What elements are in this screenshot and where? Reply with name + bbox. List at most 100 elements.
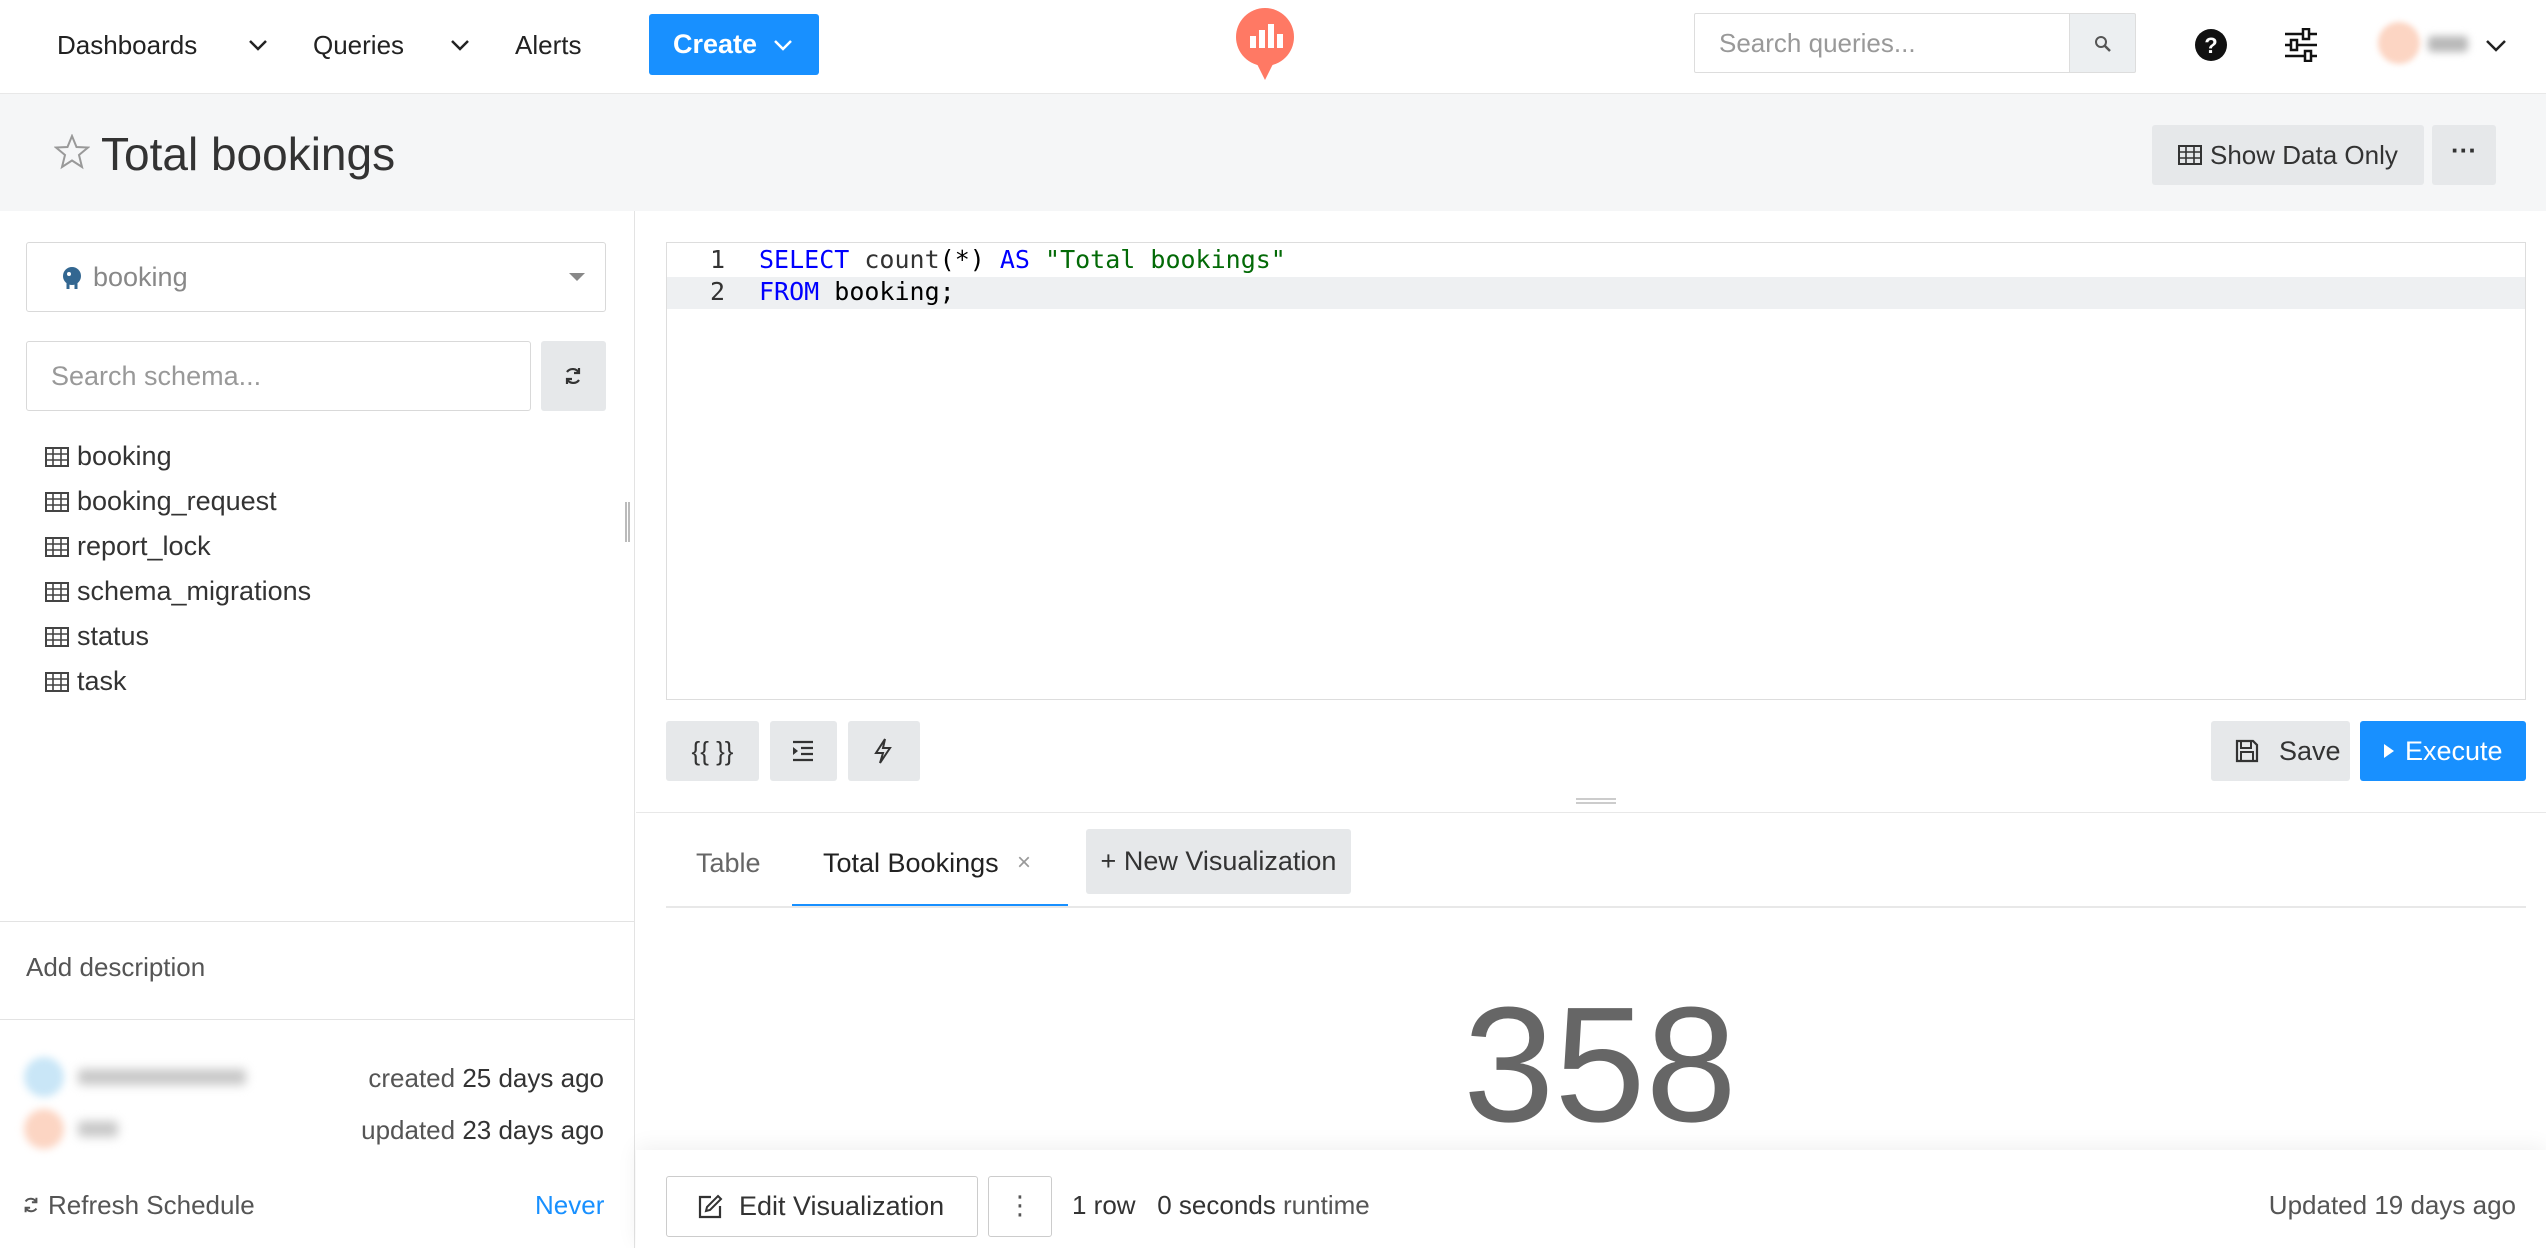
sql-args: (*)	[939, 245, 985, 274]
redash-logo-icon[interactable]	[1234, 6, 1296, 82]
divider	[0, 921, 635, 922]
nav-dashboards[interactable]: Dashboards	[57, 0, 197, 90]
search-button[interactable]	[2070, 13, 2136, 73]
schema-table-item[interactable]: report_lock	[45, 524, 311, 569]
table-icon	[45, 627, 69, 647]
updated-meta: updated 23 days ago	[361, 1115, 604, 1146]
chevron-down-icon[interactable]	[248, 35, 268, 55]
schema-table-item[interactable]: status	[45, 614, 311, 659]
counter-value: 358	[1463, 973, 1737, 1156]
show-data-only-button[interactable]: Show Data Only	[2152, 125, 2424, 185]
nav-alerts[interactable]: Alerts	[515, 0, 581, 90]
star-favorite-icon[interactable]	[54, 134, 90, 170]
autocomplete-toggle-button[interactable]	[848, 721, 920, 781]
editor-resize-grip[interactable]	[1576, 798, 1616, 804]
table-icon	[45, 582, 69, 602]
lightning-icon	[874, 738, 892, 764]
search-queries-input[interactable]: Search queries...	[1694, 13, 2070, 73]
code-line: FROM booking;	[759, 277, 955, 306]
created-when: 25 days ago	[462, 1063, 604, 1093]
refresh-schedule-label: Refresh Schedule	[22, 1190, 255, 1221]
play-icon	[2384, 744, 2394, 758]
more-actions-button[interactable]: ···	[2432, 125, 2496, 185]
format-query-button[interactable]	[770, 721, 837, 781]
top-navbar: Dashboards Queries Alerts Create Search …	[0, 0, 2546, 94]
svg-text:?: ?	[2204, 33, 2217, 58]
sql-editor[interactable]: 1 2 SELECT count(*) AS "Total bookings" …	[666, 242, 2526, 700]
settings-sliders-icon[interactable]	[2283, 28, 2319, 62]
line-number: 2	[709, 277, 725, 306]
new-visualization-button[interactable]: + New Visualization	[1086, 829, 1351, 894]
created-prefix: created	[368, 1063, 456, 1093]
page-title[interactable]: Total bookings	[101, 124, 395, 184]
creator-avatar	[24, 1057, 64, 1097]
user-name-blurred[interactable]	[2428, 36, 2468, 52]
refresh-schedule-text: Refresh Schedule	[48, 1190, 255, 1220]
sql-function: count	[864, 245, 940, 274]
runtime-value: 0 seconds	[1157, 1190, 1276, 1220]
execute-button[interactable]: Execute	[2360, 721, 2526, 781]
user-avatar[interactable]	[2378, 22, 2420, 64]
datasource-select[interactable]: booking	[26, 242, 606, 312]
postgresql-icon	[63, 267, 81, 289]
row-count: 1 row	[1072, 1190, 1136, 1220]
updated-ago: Updated 19 days ago	[2268, 1190, 2516, 1220]
help-icon[interactable]: ?	[2194, 28, 2228, 62]
created-meta: created 25 days ago	[368, 1063, 604, 1094]
schema-table-item[interactable]: booking	[45, 434, 311, 479]
indent-icon	[793, 740, 813, 762]
table-name: task	[77, 666, 127, 696]
show-data-only-label: Show Data Only	[2210, 140, 2398, 170]
refresh-schema-button[interactable]	[541, 341, 606, 411]
edit-visualization-button[interactable]: Edit Visualization	[666, 1176, 978, 1237]
divider	[666, 906, 2526, 908]
divider	[0, 1019, 635, 1020]
code-line: SELECT count(*) AS "Total bookings"	[759, 245, 1286, 274]
add-parameter-button[interactable]: {{ }}	[666, 721, 759, 781]
refresh-schedule-value[interactable]: Never	[535, 1190, 604, 1221]
table-icon	[45, 447, 69, 467]
refresh-icon	[24, 1197, 38, 1213]
tab-table[interactable]: Table	[696, 820, 761, 906]
sql-identifier: booking;	[834, 277, 955, 306]
updater-avatar	[24, 1109, 64, 1149]
schema-search-input[interactable]: Search schema...	[26, 341, 531, 411]
creator-name-blurred	[78, 1069, 246, 1085]
edit-icon	[698, 1194, 723, 1219]
result-stats: 1 row 0 seconds runtime	[1072, 1190, 1370, 1221]
tab-total-bookings[interactable]: Total Bookings	[823, 820, 999, 906]
table-icon	[45, 672, 69, 692]
add-description-link[interactable]: Add description	[26, 952, 205, 983]
nav-queries[interactable]: Queries	[313, 0, 404, 90]
table-icon	[45, 492, 69, 512]
execute-label: Execute	[2405, 736, 2503, 766]
schema-table-list: booking booking_request report_lock sche…	[45, 434, 311, 704]
refresh-icon	[565, 367, 581, 385]
create-button[interactable]: Create	[649, 14, 819, 75]
sql-keyword: FROM	[759, 277, 820, 306]
runtime-suffix: runtime	[1283, 1190, 1370, 1220]
table-name: report_lock	[77, 531, 211, 561]
chevron-down-icon[interactable]	[450, 35, 470, 55]
save-label: Save	[2279, 736, 2341, 766]
search-icon	[2095, 36, 2111, 52]
close-icon[interactable]: ×	[1017, 820, 1031, 906]
caret-down-icon	[569, 273, 585, 281]
create-label: Create	[673, 29, 758, 59]
updated-when: 23 days ago	[462, 1115, 604, 1145]
sidebar-resize-handle[interactable]	[625, 502, 630, 542]
table-name: booking	[77, 441, 172, 471]
save-icon	[2235, 739, 2259, 763]
divider	[636, 812, 2546, 813]
edit-visualization-label: Edit Visualization	[739, 1191, 945, 1221]
schema-table-item[interactable]: schema_migrations	[45, 569, 311, 614]
save-button[interactable]: Save	[2211, 721, 2350, 781]
schema-table-item[interactable]: task	[45, 659, 311, 704]
chevron-down-icon[interactable]	[2485, 35, 2507, 55]
sql-string: "Total bookings"	[1045, 245, 1286, 274]
schema-table-item[interactable]: booking_request	[45, 479, 311, 524]
kebab-menu-button[interactable]: ⋮	[988, 1176, 1052, 1237]
sql-keyword: AS	[999, 245, 1030, 274]
table-name: schema_migrations	[77, 576, 312, 606]
schema-sidebar: booking Search schema... booking booking…	[0, 211, 635, 1248]
